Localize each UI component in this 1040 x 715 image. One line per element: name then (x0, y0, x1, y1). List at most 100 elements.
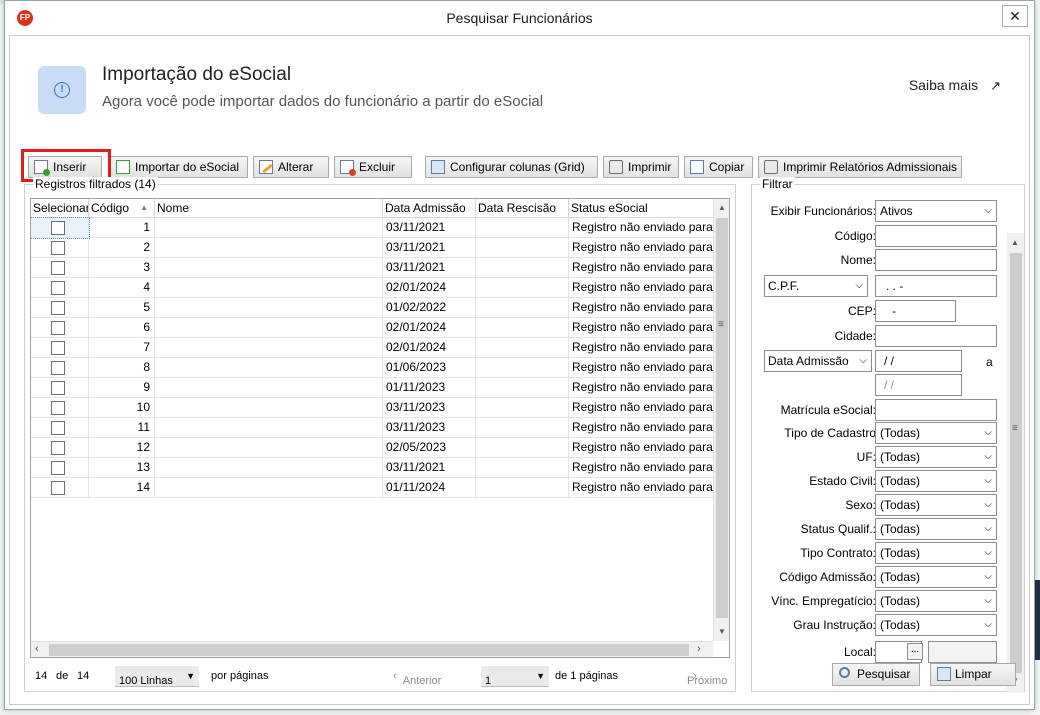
table-row[interactable]: 702/01/2024Registro não enviado para g3 (31, 338, 729, 358)
filter-select[interactable]: (Todas) ⌵ (875, 614, 997, 636)
row-checkbox[interactable] (51, 241, 65, 255)
filter-select[interactable]: (Todas) ⌵ (875, 422, 997, 444)
grid-horizontal-scrollbar[interactable]: ‹ › (31, 641, 713, 657)
scroll-up-icon[interactable]: ▲ (718, 203, 726, 212)
select-cell[interactable] (31, 238, 89, 258)
importar-esocial-button[interactable]: Importar do eSocial (110, 156, 248, 178)
scroll-thumb[interactable] (1010, 253, 1022, 673)
saiba-mais-link[interactable]: Saiba mais ↗ (909, 77, 1001, 94)
filter-select[interactable]: (Todas) ⌵ (875, 494, 997, 516)
anterior-button[interactable]: ‹ Anterior (393, 670, 441, 687)
row-checkbox[interactable] (51, 361, 65, 375)
local-description (928, 641, 997, 663)
scroll-left-icon[interactable]: ‹ (35, 643, 39, 655)
select-cell[interactable] (31, 378, 89, 398)
scroll-down-icon[interactable]: ▼ (718, 627, 726, 636)
hscroll-thumb[interactable] (49, 644, 689, 656)
row-checkbox[interactable] (51, 461, 65, 475)
grid-vertical-scrollbar[interactable]: ▲ ≡ ▼ (713, 199, 729, 641)
select-cell[interactable] (31, 278, 89, 298)
select-cell[interactable] (31, 398, 89, 418)
table-row[interactable]: 801/06/2023Registro não enviado para g0 (31, 358, 729, 378)
filter-select[interactable]: (Todas) ⌵ (875, 590, 997, 612)
filter-select[interactable]: (Todas) ⌵ (875, 518, 997, 540)
row-checkbox[interactable] (51, 341, 65, 355)
filter-select[interactable]: (Todas) ⌵ (875, 566, 997, 588)
col-data-rescisao[interactable]: Data Rescisão (476, 199, 569, 218)
table-row[interactable]: 1202/05/2023Registro não enviado para g5 (31, 438, 729, 458)
title-bar[interactable]: FP Pesquisar Funcionários ✕ (5, 1, 1034, 35)
table-row[interactable]: 103/11/2021Registro não enviado para g4 (31, 217, 729, 239)
date-from-input[interactable]: / / (875, 350, 962, 372)
select-cell[interactable] (31, 338, 89, 358)
table-row[interactable]: 203/11/2021Registro não enviado para g9 (31, 238, 729, 258)
configurar-colunas-button[interactable]: Configurar colunas (Grid) (425, 156, 598, 178)
imprimir-button[interactable]: Imprimir (603, 156, 679, 178)
admissao-cell: 01/11/2023 (383, 378, 476, 398)
copiar-button[interactable]: Copiar (684, 156, 753, 178)
row-checkbox[interactable] (51, 401, 65, 415)
select-cell[interactable] (31, 478, 89, 498)
filter-select[interactable]: (Todas) ⌵ (875, 470, 997, 492)
status-cell: Registro não enviado para g (569, 218, 720, 238)
row-checkbox[interactable] (51, 261, 65, 275)
col-nome[interactable]: Nome (155, 199, 383, 218)
col-codigo[interactable]: Código ▲ (89, 199, 155, 218)
alterar-button[interactable]: Alterar (253, 156, 329, 178)
select-cell[interactable] (31, 258, 89, 278)
scroll-right-icon[interactable]: › (697, 643, 701, 655)
pesquisar-button[interactable]: Pesquisar (832, 663, 920, 686)
select-cell[interactable] (31, 318, 89, 338)
row-checkbox[interactable] (51, 301, 65, 315)
limpar-button[interactable]: Limpar (930, 663, 1016, 686)
row-checkbox[interactable] (51, 421, 65, 435)
scroll-up-icon[interactable]: ▲ (1011, 238, 1019, 247)
table-row[interactable]: 1303/11/2021Registro não enviado para g4 (31, 458, 729, 478)
page-select[interactable]: 1 ▼ (481, 666, 549, 687)
table-row[interactable]: 602/01/2024Registro não enviado para g3 (31, 318, 729, 338)
scroll-thumb[interactable] (716, 218, 728, 618)
row-checkbox[interactable] (51, 481, 65, 495)
table-row[interactable]: 303/11/2021Registro não enviado para g1 (31, 258, 729, 278)
date-type-select[interactable]: Data Admissão ⌵ (764, 350, 872, 372)
filter-select[interactable]: (Todas) ⌵ (875, 542, 997, 564)
select-cell[interactable] (31, 358, 89, 378)
table-row[interactable]: 402/01/2024Registro não enviado para g4 (31, 278, 729, 298)
codigo-input[interactable] (875, 225, 997, 247)
row-checkbox[interactable] (51, 441, 65, 455)
lines-per-page-select[interactable]: 100 Linhas ▼ (115, 666, 199, 687)
select-cell[interactable] (31, 418, 89, 438)
col-data-admissao[interactable]: Data Admissão (383, 199, 476, 218)
nome-input[interactable] (875, 249, 997, 271)
matricula-input[interactable] (875, 399, 997, 421)
row-checkbox[interactable] (51, 381, 65, 395)
table-row[interactable]: 901/11/2023Registro não enviado para g3 (31, 378, 729, 398)
excluir-button[interactable]: Excluir (334, 156, 412, 178)
row-checkbox[interactable] (51, 281, 65, 295)
close-button[interactable]: ✕ (1002, 5, 1028, 27)
col-selecionar[interactable]: Selecionar (31, 199, 89, 218)
imprimir-relatorios-button[interactable]: Imprimir Relatórios Admissionais (758, 156, 962, 178)
document-type-select[interactable]: C.P.F. ⌵ (764, 275, 868, 297)
row-checkbox[interactable] (51, 221, 65, 235)
date-to-input[interactable]: / / (875, 374, 962, 396)
select-cell[interactable] (31, 298, 89, 318)
select-cell[interactable] (31, 217, 90, 239)
de-paginas-label: de 1 páginas (555, 670, 618, 682)
table-row[interactable]: 1103/11/2023Registro não enviado para g1 (31, 418, 729, 438)
col-status-esocial[interactable]: Status eSocial (569, 199, 720, 218)
table-row[interactable]: 1003/11/2023Registro não enviado para g0 (31, 398, 729, 418)
local-browse-button[interactable]: ... (907, 643, 923, 660)
filter-select[interactable]: (Todas) ⌵ (875, 446, 997, 468)
filter-vertical-scrollbar[interactable]: ▲ ≡ ▼ (1007, 233, 1024, 693)
cpf-input[interactable]: . . - (875, 275, 997, 297)
table-row[interactable]: 501/02/2022Registro não enviado para g5 (31, 298, 729, 318)
exibir-funcionarios-select[interactable]: Ativos ⌵ (875, 200, 997, 222)
row-checkbox[interactable] (51, 321, 65, 335)
select-cell[interactable] (31, 458, 89, 478)
select-cell[interactable] (31, 438, 89, 458)
cep-input[interactable]: - (875, 300, 956, 322)
proximo-button[interactable]: Próximo › (687, 670, 727, 687)
cidade-input[interactable] (875, 325, 997, 347)
table-row[interactable]: 1401/11/2024Registro não enviado para g4 (31, 478, 729, 498)
